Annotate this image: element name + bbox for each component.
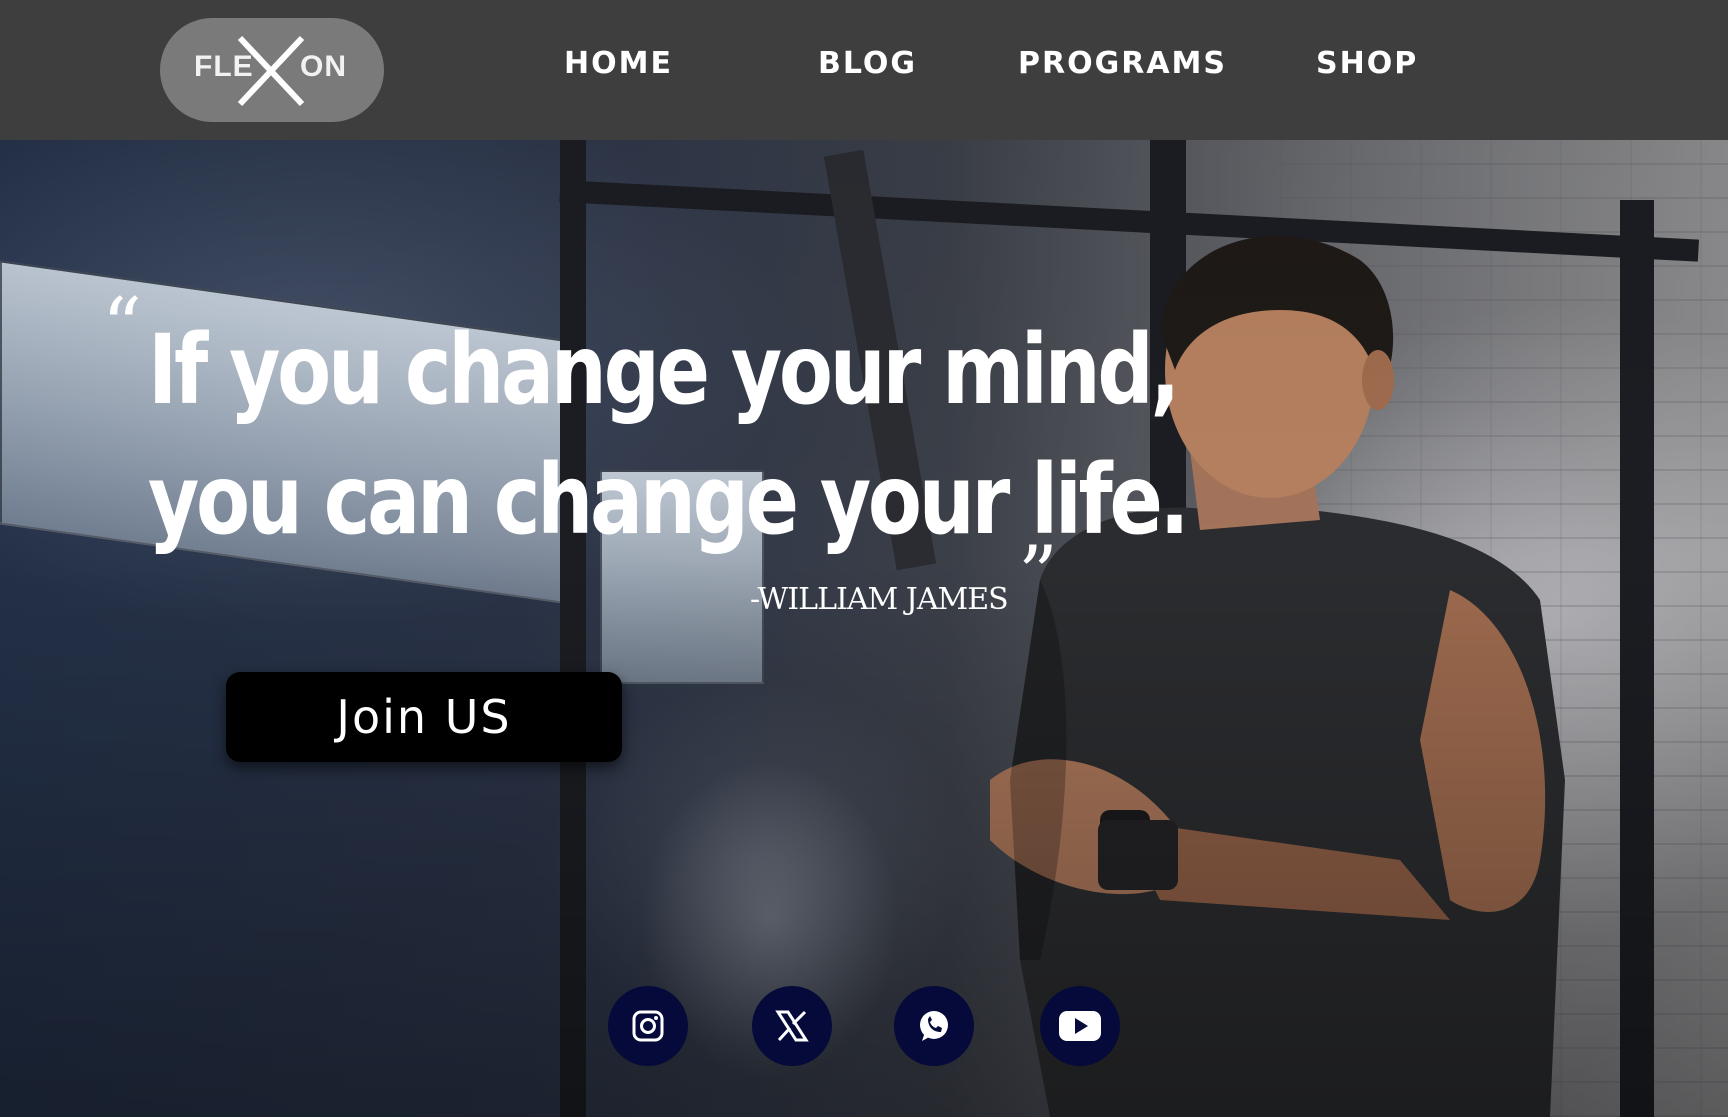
instagram-link[interactable] <box>608 986 688 1066</box>
nav-home[interactable]: HOME <box>564 46 673 81</box>
top-navbar: FLE ON HOME BLOG PROGRAMS SHOP <box>0 0 1728 140</box>
hero-vignette <box>0 0 1728 1117</box>
quote-author: -WILLIAM JAMES <box>750 582 1009 617</box>
logo-text-right: ON <box>300 50 347 83</box>
x-twitter-link[interactable] <box>752 986 832 1066</box>
instagram-icon <box>632 1010 664 1042</box>
whatsapp-link[interactable] <box>894 986 974 1066</box>
logo-x-mark-icon <box>237 35 305 107</box>
nav-shop[interactable]: SHOP <box>1316 46 1418 81</box>
x-twitter-icon <box>775 1010 809 1042</box>
youtube-icon <box>1059 1011 1101 1041</box>
quote-close-mark: ” <box>1018 530 1058 620</box>
youtube-link[interactable] <box>1040 986 1120 1066</box>
join-us-button[interactable]: Join US <box>226 672 622 762</box>
hero-background <box>0 0 1728 1117</box>
brand-logo[interactable]: FLE ON <box>160 18 384 122</box>
quote-line-1: If you change your mind, <box>148 314 1180 426</box>
quote-open-mark: “ <box>102 282 142 372</box>
nav-programs[interactable]: PROGRAMS <box>1018 46 1227 81</box>
nav-blog[interactable]: BLOG <box>818 46 917 81</box>
whatsapp-icon <box>920 1011 948 1041</box>
